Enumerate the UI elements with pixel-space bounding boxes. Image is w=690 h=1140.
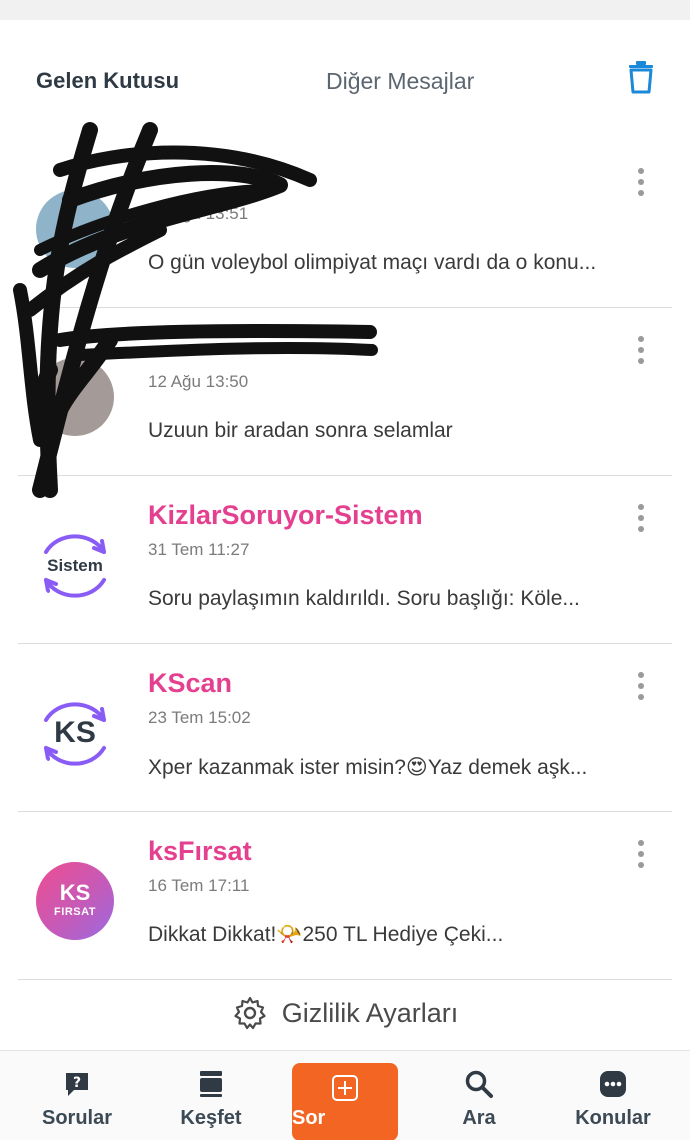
avatar: KS FIRSAT <box>36 862 114 940</box>
message-item[interactable]: KS FIRSAT ksFırsat 16 Tem 17:11 Dikkat D… <box>0 812 690 980</box>
nav-search[interactable]: Ara <box>419 1051 539 1140</box>
avatar-text: Sistem <box>47 556 103 575</box>
avatar: Sistem <box>36 526 114 604</box>
message-preview: Xper kazanmak ister misin?😍Yaz demek aşk… <box>148 756 588 779</box>
nav-topics-label: Konular <box>575 1107 651 1129</box>
status-bar <box>0 0 690 20</box>
tab-other-messages[interactable]: Diğer Mesajlar <box>326 68 474 95</box>
message-preview: Dikkat Dikkat!📯250 TL Hediye Çeki... <box>148 923 504 946</box>
inbox-tabs: Gelen Kutusu Diğer Mesajlar <box>0 20 690 120</box>
avatar-text: KS <box>54 716 96 749</box>
message-sender: KizlarSoruyor-Sistem <box>148 500 423 530</box>
avatar-text: KS <box>59 880 91 905</box>
ask-button[interactable]: Sor <box>292 1063 398 1140</box>
search-icon <box>465 1070 493 1098</box>
gear-icon <box>234 996 266 1030</box>
more-options-icon[interactable] <box>630 166 652 200</box>
avatar <box>36 190 114 268</box>
message-sender: ksFırsat <box>148 836 252 866</box>
more-options-icon[interactable] <box>630 838 652 872</box>
privacy-settings: Gizlilik Ayarları <box>0 995 690 1041</box>
message-date: 23 Tem 15:02 <box>148 708 251 727</box>
svg-text:?: ? <box>73 1075 81 1091</box>
message-preview: O gün voleybol olimpiyat maçı vardı da o… <box>148 251 597 274</box>
layers-icon <box>200 1071 222 1097</box>
privacy-settings-label: Gizlilik Ayarları <box>281 997 459 1028</box>
ask-button-label: Sor <box>292 1107 326 1129</box>
nav-explore[interactable]: Keşfet <box>151 1051 271 1140</box>
nav-questions-label: Sorular <box>41 1107 113 1129</box>
message-date: 31 Tem 11:27 <box>148 540 250 559</box>
chat-dots-icon <box>600 1071 626 1097</box>
nav-topics[interactable]: Konular <box>553 1051 673 1140</box>
more-options-icon[interactable] <box>630 334 652 368</box>
message-item[interactable]: 12 Ağu 13:51 O gün voleybol olimpiyat ma… <box>0 140 690 308</box>
message-item[interactable]: KS KScan 23 Tem 15:02 Xper kazanmak iste… <box>0 644 690 812</box>
nav-explore-label: Keşfet <box>180 1107 242 1129</box>
bottom-navigation: ? Sorular Keşfet Sor Ara Konular <box>0 1050 690 1140</box>
avatar <box>36 358 114 436</box>
question-bubble-icon: ? <box>66 1073 88 1096</box>
avatar-subtext: FIRSAT <box>54 906 96 918</box>
plus-icon <box>332 1075 358 1101</box>
message-date: 16 Tem 17:11 <box>148 876 250 895</box>
message-sender: KScan <box>148 668 233 698</box>
tab-inbox[interactable]: Gelen Kutusu <box>36 68 179 94</box>
divider <box>18 979 672 980</box>
message-date: 12 Ağu 13:50 <box>148 372 249 391</box>
message-item[interactable]: Sistem KizlarSoruyor-Sistem 31 Tem 11:27… <box>0 476 690 644</box>
avatar: KS <box>36 694 114 772</box>
message-date: 12 Ağu 13:51 <box>148 204 249 223</box>
message-preview: Soru paylaşımın kaldırıldı. Soru başlığı… <box>148 587 580 610</box>
message-preview: Uzuun bir aradan sonra selamlar <box>148 419 453 442</box>
message-item[interactable]: 12 Ağu 13:50 Uzuun bir aradan sonra sela… <box>0 308 690 476</box>
trash-icon[interactable] <box>626 60 656 94</box>
more-options-icon[interactable] <box>630 502 652 536</box>
nav-search-label: Ara <box>462 1107 496 1129</box>
more-options-icon[interactable] <box>630 670 652 704</box>
privacy-settings-button[interactable]: Gizlilik Ayarları <box>232 995 459 1031</box>
nav-questions[interactable]: ? Sorular <box>17 1051 137 1140</box>
